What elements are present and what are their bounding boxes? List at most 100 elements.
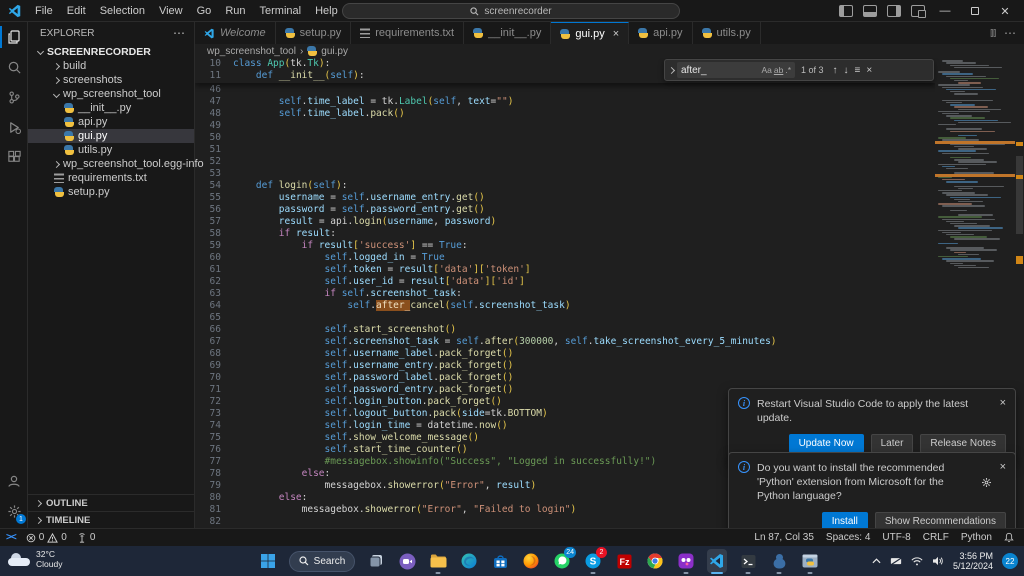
tree-item-setup-py[interactable]: setup.py	[28, 185, 194, 199]
close-icon[interactable]: ✕	[992, 0, 1018, 22]
account-icon[interactable]	[0, 466, 28, 496]
code-line-51[interactable]: 51	[195, 144, 935, 156]
regex-icon[interactable]: .*	[785, 65, 791, 75]
device-icon[interactable]	[890, 557, 902, 566]
tree-root-screenrecorder[interactable]: SCREENRECORDER	[28, 44, 194, 59]
vscode-icon[interactable]	[707, 549, 727, 573]
wifi-icon[interactable]	[911, 557, 923, 566]
panel-right-icon[interactable]	[887, 5, 901, 17]
menu-view[interactable]: View	[152, 3, 190, 19]
find-input[interactable]: after_ Aa ab .*	[677, 62, 795, 78]
close-tab-icon[interactable]: ×	[613, 28, 619, 40]
code-line-47[interactable]: 47 self.time_label = tk.Label(self, text…	[195, 96, 935, 108]
code-line-61[interactable]: 61 self.token = result['data']['token']	[195, 264, 935, 276]
command-center-search[interactable]: screenrecorder	[342, 3, 680, 19]
terminal-icon[interactable]	[738, 549, 758, 573]
bell-icon[interactable]	[1004, 532, 1014, 543]
next-match-icon[interactable]: ↓	[844, 65, 849, 76]
filezilla-icon[interactable]: Fz	[614, 549, 634, 573]
chrome-icon[interactable]	[645, 549, 665, 573]
tab-api-py[interactable]: api.py	[629, 22, 692, 44]
minimize-icon[interactable]: —	[932, 0, 958, 22]
run-debug-icon[interactable]	[0, 112, 28, 142]
close-find-icon[interactable]: ×	[866, 65, 872, 76]
panel-left-icon[interactable]	[839, 5, 853, 17]
extensions-icon[interactable]	[0, 142, 28, 172]
file-explorer-icon[interactable]	[428, 549, 448, 573]
code-line-56[interactable]: 56 password = self.password_entry.get()	[195, 204, 935, 216]
notification-settings-icon[interactable]	[981, 461, 992, 503]
explorer-icon[interactable]	[0, 22, 28, 52]
whole-word-icon[interactable]: ab	[774, 65, 783, 75]
code-line-54[interactable]: 54 def login(self):	[195, 180, 935, 192]
skype-icon[interactable]: S2	[583, 549, 603, 573]
status-python[interactable]: Python	[961, 532, 992, 543]
tree-item-gui-py[interactable]: gui.py	[28, 129, 194, 143]
editor-more-actions-icon[interactable]: ⋯	[1004, 26, 1016, 40]
weather-widget[interactable]: 32°C Cloudy	[8, 549, 62, 569]
code-line-48[interactable]: 48 self.time_label.pack()	[195, 108, 935, 120]
start-icon[interactable]	[258, 549, 278, 573]
status-spaces[interactable]: Spaces: 4	[826, 532, 870, 543]
code-line-62[interactable]: 62 self.user_id = result['data']['id']	[195, 276, 935, 288]
update-now-button[interactable]: Update Now	[789, 434, 864, 453]
code-line-52[interactable]: 52	[195, 156, 935, 168]
source-control-icon[interactable]	[0, 82, 28, 112]
find-in-selection-icon[interactable]: ≡	[855, 65, 861, 76]
code-line-59[interactable]: 59 if result['success'] == True:	[195, 240, 935, 252]
chat-icon[interactable]	[397, 549, 417, 573]
task-view-icon[interactable]	[366, 549, 386, 573]
tab-gui-py[interactable]: gui.py×	[551, 22, 629, 44]
editor-scrollbar[interactable]	[1015, 58, 1024, 528]
code-line-67[interactable]: 67 self.screenshot_task = self.after(300…	[195, 336, 935, 348]
code-line-58[interactable]: 58 if result:	[195, 228, 935, 240]
firefox-icon[interactable]	[521, 549, 541, 573]
scrollbar-slider[interactable]	[1016, 156, 1023, 234]
clock[interactable]: 3:56 PM 5/12/2024	[953, 551, 993, 572]
breadcrumb[interactable]: wp_screenshot_tool › gui.py	[195, 44, 1024, 58]
notification-count-badge[interactable]: 22	[1002, 553, 1018, 569]
panel-bottom-icon[interactable]	[863, 5, 877, 17]
code-line-46[interactable]: 46	[195, 84, 935, 96]
tree-item-utils-py[interactable]: utils.py	[28, 143, 194, 157]
tree-item-build[interactable]: build	[28, 59, 194, 73]
duck-app-icon[interactable]	[769, 549, 789, 573]
close-notification-icon[interactable]: ×	[1000, 461, 1006, 503]
breadcrumb-file[interactable]: gui.py	[321, 46, 348, 57]
code-line-53[interactable]: 53	[195, 168, 935, 180]
tab-requirements-txt[interactable]: requirements.txt	[351, 22, 464, 44]
code-line-70[interactable]: 70 self.password_label.pack_forget()	[195, 372, 935, 384]
tab--init-py[interactable]: __init__.py	[464, 22, 551, 44]
tree-item-screenshots[interactable]: screenshots	[28, 73, 194, 87]
menu-edit[interactable]: Edit	[60, 3, 93, 19]
code-line-50[interactable]: 50	[195, 132, 935, 144]
code-line-55[interactable]: 55 username = self.username_entry.get()	[195, 192, 935, 204]
tab-welcome[interactable]: Welcome	[195, 22, 276, 44]
remote-indicator-icon[interactable]: ><	[6, 532, 16, 543]
whatsapp-icon[interactable]: 24	[552, 549, 572, 573]
minimap[interactable]	[935, 58, 1015, 274]
more-actions-icon[interactable]: ⋯	[173, 26, 186, 40]
code-line-69[interactable]: 69 self.username_entry.pack_forget()	[195, 360, 935, 372]
tray-chevron-icon[interactable]	[872, 558, 881, 564]
panel-outline[interactable]: OUTLINE	[28, 494, 194, 511]
menu-run[interactable]: Run	[218, 3, 252, 19]
code-line-57[interactable]: 57 result = api.login(username, password…	[195, 216, 935, 228]
search-view-icon[interactable]	[0, 52, 28, 82]
volume-icon[interactable]	[932, 556, 944, 566]
menu-terminal[interactable]: Terminal	[253, 3, 309, 19]
problems-status[interactable]: 0 0	[26, 532, 67, 543]
python-app-icon[interactable]	[800, 549, 820, 573]
panel-timeline[interactable]: TIMELINE	[28, 511, 194, 528]
code-line-63[interactable]: 63 if self.screenshot_task:	[195, 288, 935, 300]
screen-recorder-icon[interactable]	[676, 549, 696, 573]
breadcrumb-folder[interactable]: wp_screenshot_tool	[207, 46, 296, 57]
previous-match-icon[interactable]: ↑	[833, 65, 838, 76]
status-utf-8[interactable]: UTF-8	[882, 532, 910, 543]
tab-utils-py[interactable]: utils.py	[693, 22, 761, 44]
code-line-49[interactable]: 49	[195, 120, 935, 132]
tree-item--init-py[interactable]: __init__.py	[28, 101, 194, 115]
store-icon[interactable]	[490, 549, 510, 573]
code-line-65[interactable]: 65	[195, 312, 935, 324]
release-notes-button[interactable]: Release Notes	[920, 434, 1006, 453]
